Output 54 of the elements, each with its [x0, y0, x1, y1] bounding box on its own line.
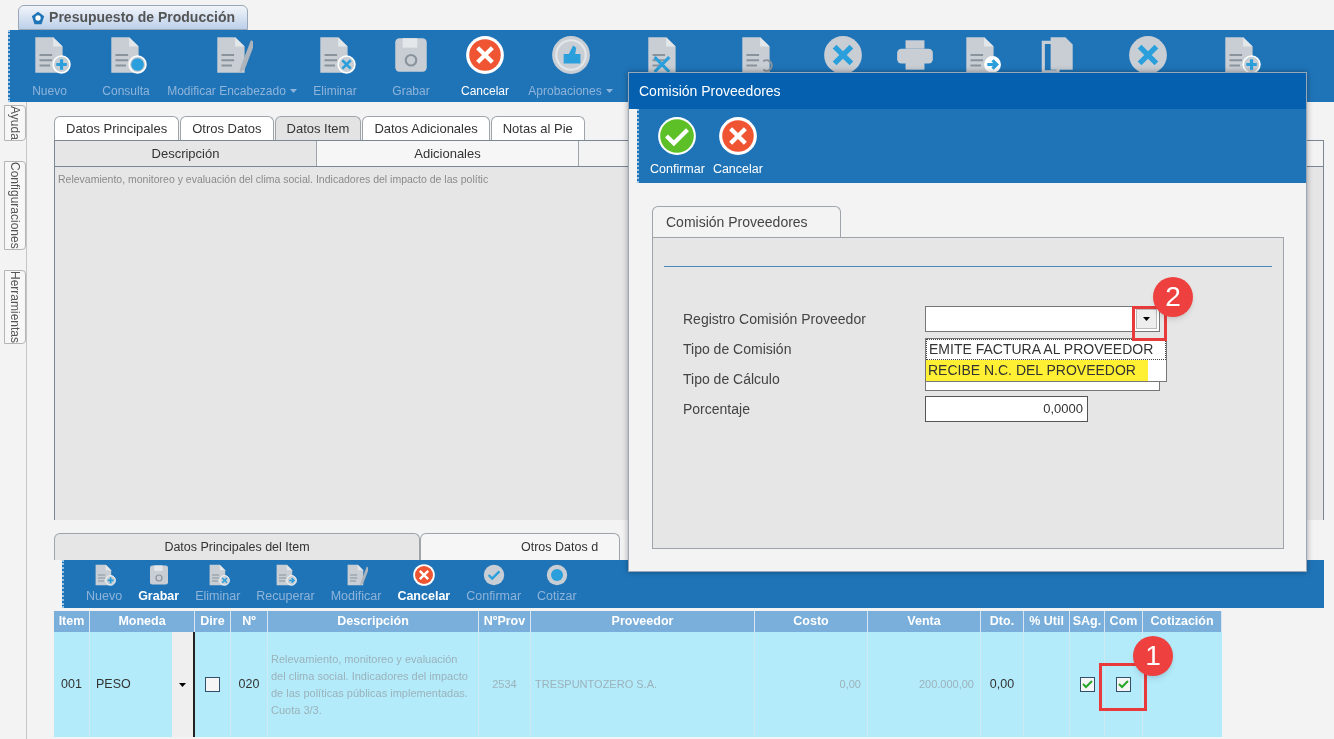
- table-cell: 020: [231, 632, 268, 737]
- thumbs-up-icon: [549, 34, 592, 76]
- tab[interactable]: Datos Adicionales: [362, 116, 490, 140]
- cancel-icon: [716, 115, 759, 157]
- toolbar-button[interactable]: Grabar: [130, 560, 188, 608]
- coin-icon: [544, 563, 569, 587]
- cancel-icon: [464, 34, 506, 76]
- toolbar-button[interactable]: Confirmar: [649, 109, 706, 179]
- checkbox[interactable]: [205, 677, 220, 692]
- tab[interactable]: Descripción: [55, 141, 317, 166]
- caret-icon: [289, 89, 297, 93]
- toolbar-button[interactable]: Cancelar: [389, 560, 459, 608]
- tab[interactable]: Notas al Pie: [490, 116, 585, 140]
- tab[interactable]: Otros Datos: [180, 116, 274, 140]
- tab[interactable]: Datos Principales del Item: [54, 533, 420, 560]
- table-cell: Relevamiento, monitoreo y evaluación del clima social. Indicadores del impacto de las políticas públicas implementadas. Cuota 3/3.: [268, 632, 479, 737]
- field-label: Tipo de Comisión: [683, 339, 793, 359]
- field-label: Porcentaje: [683, 399, 751, 419]
- table-cell: 200.000,00: [868, 632, 981, 737]
- side-tab[interactable]: Configuraciones: [4, 160, 26, 250]
- checkbox[interactable]: [1079, 677, 1095, 692]
- check-circle-icon: [656, 115, 699, 157]
- table-cell: 0,00: [981, 632, 1024, 737]
- input-field[interactable]: 0,0000: [925, 396, 1088, 422]
- tab[interactable]: Otros Datos d: [420, 533, 620, 560]
- dropdown-button[interactable]: [172, 632, 195, 737]
- caret-icon: [605, 89, 613, 93]
- side-tab[interactable]: Herramientas: [4, 269, 26, 344]
- tab[interactable]: Datos Principales: [54, 116, 180, 140]
- caret-icon: [1143, 317, 1150, 321]
- document-tab-title: Presupuesto de Producción: [49, 8, 235, 27]
- dropdown-button[interactable]: [1136, 309, 1157, 329]
- tab[interactable]: Datos Item: [274, 116, 362, 140]
- side-tab[interactable]: Ayuda: [4, 105, 26, 141]
- table-cell: 0,00: [755, 632, 868, 737]
- check-circle-icon: [481, 563, 506, 587]
- dialog-title: Comisión Proveedores: [639, 81, 781, 101]
- toolbar-button[interactable]: Cancelar: [711, 109, 764, 179]
- table-cell: 001: [54, 632, 90, 737]
- table-cell: 2534: [479, 632, 531, 737]
- table-cell-text: PESO: [95, 676, 132, 694]
- toolbar-button[interactable]: Cancelar: [445, 30, 525, 102]
- document-tab[interactable]: Presupuesto de Producción: [18, 5, 248, 30]
- caret-icon: [179, 682, 186, 687]
- tab[interactable]: Comisión Proveedores: [652, 206, 841, 237]
- logo-icon: [31, 9, 46, 26]
- field-label: Registro Comisión Proveedor: [683, 309, 867, 329]
- dropdown-option[interactable]: RECIBE N.C. DEL PROVEEDOR: [926, 360, 1148, 381]
- cancel-icon: [411, 563, 436, 587]
- table-cell: TRESPUNTOZERO S.A.: [531, 632, 755, 737]
- field-label: Tipo de Cálculo: [683, 369, 781, 389]
- combo-box[interactable]: [925, 306, 1160, 332]
- description-text: Relevamiento, monitoreo y evaluación del clima social. Indicadores del impacto de las polític: [58, 172, 490, 187]
- checkbox[interactable]: [1116, 677, 1131, 692]
